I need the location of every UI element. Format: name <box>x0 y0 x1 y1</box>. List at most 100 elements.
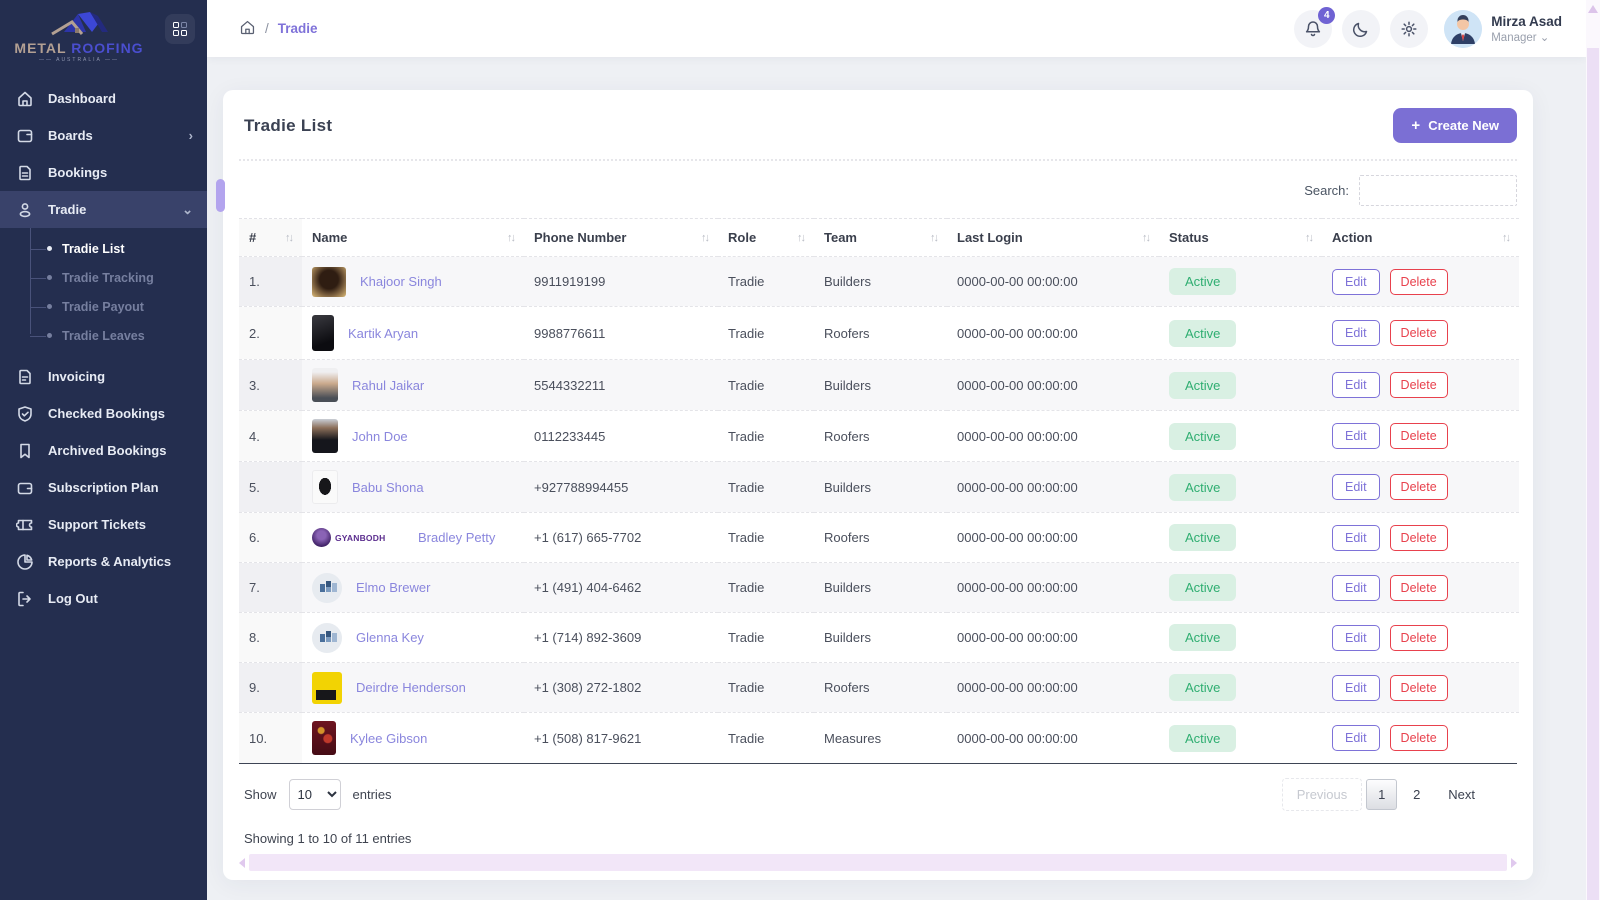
breadcrumb-home-icon[interactable] <box>239 19 256 39</box>
column-header-role[interactable]: Role↑↓ <box>718 219 814 257</box>
role-cell: Tradie <box>718 307 814 360</box>
edit-button[interactable]: Edit <box>1332 725 1380 751</box>
edit-button[interactable]: Edit <box>1332 575 1380 601</box>
user-menu[interactable]: Mirza Asad Manager ⌄ <box>1444 10 1562 48</box>
pagination-page-1[interactable]: 1 <box>1366 779 1397 810</box>
submenu-item-tradie-leaves[interactable]: Tradie Leaves <box>0 321 207 350</box>
horizontal-scrollbar <box>239 854 1517 871</box>
sort-icon: ↑↓ <box>1305 232 1312 244</box>
delete-button[interactable]: Delete <box>1390 372 1448 398</box>
edit-button[interactable]: Edit <box>1332 269 1380 295</box>
scroll-left-arrow-icon[interactable] <box>239 858 245 868</box>
edit-button[interactable]: Edit <box>1332 474 1380 500</box>
tradie-name-link[interactable]: Elmo Brewer <box>356 580 430 595</box>
delete-button[interactable]: Delete <box>1390 625 1448 651</box>
gear-icon <box>1399 19 1419 39</box>
table-row: 5. Babu Shona +927788994455 Tradie Build… <box>239 462 1519 513</box>
settings-button[interactable] <box>1390 10 1428 48</box>
phone-cell: +927788994455 <box>524 462 718 513</box>
column-header-last-login[interactable]: Last Login↑↓ <box>947 219 1159 257</box>
tradie-name-link[interactable]: Babu Shona <box>352 480 424 495</box>
delete-button[interactable]: Delete <box>1390 525 1448 551</box>
app-logo[interactable]: METAL ROOFING —— AUSTRALIA —— <box>14 10 144 63</box>
sidebar-item-reports-analytics[interactable]: Reports & Analytics <box>0 543 207 580</box>
delete-button[interactable]: Delete <box>1390 423 1448 449</box>
tradie-name-link[interactable]: Deirdre Henderson <box>356 680 466 695</box>
sidebar-item-boards[interactable]: Boards › <box>0 117 207 154</box>
chevron-right-icon: › <box>189 128 193 143</box>
column-header-index[interactable]: #↑↓ <box>239 219 302 257</box>
pagination-next[interactable]: Next <box>1436 779 1487 810</box>
edit-button[interactable]: Edit <box>1332 423 1380 449</box>
sidebar-item-subscription-plan[interactable]: Subscription Plan <box>0 469 207 506</box>
status-badge: Active <box>1169 624 1236 651</box>
delete-button[interactable]: Delete <box>1390 474 1448 500</box>
tradie-name-link[interactable]: Kartik Aryan <box>348 326 418 341</box>
tradie-avatar <box>312 672 342 704</box>
delete-button[interactable]: Delete <box>1390 320 1448 346</box>
last-login-cell: 0000-00-00 00:00:00 <box>947 411 1159 462</box>
tradie-name-link[interactable]: Rahul Jaikar <box>352 378 424 393</box>
pagination-previous[interactable]: Previous <box>1282 778 1363 811</box>
logout-icon <box>16 590 34 608</box>
delete-button[interactable]: Delete <box>1390 269 1448 295</box>
submenu-item-tradie-tracking[interactable]: Tradie Tracking <box>0 263 207 292</box>
scroll-right-arrow-icon[interactable] <box>1511 858 1517 868</box>
delete-button[interactable]: Delete <box>1390 575 1448 601</box>
tradie-name-link[interactable]: Kylee Gibson <box>350 731 427 746</box>
sidebar-item-label: Invoicing <box>48 369 105 384</box>
last-login-cell: 0000-00-00 00:00:00 <box>947 462 1159 513</box>
team-cell: Builders <box>814 360 947 411</box>
edit-button[interactable]: Edit <box>1332 320 1380 346</box>
sidebar-item-bookings[interactable]: Bookings <box>0 154 207 191</box>
column-header-action[interactable]: Action↑↓ <box>1322 219 1519 257</box>
last-login-cell: 0000-00-00 00:00:00 <box>947 613 1159 663</box>
sidebar-item-tradie[interactable]: Tradie ⌄ <box>0 191 207 228</box>
column-header-phone[interactable]: Phone Number↑↓ <box>524 219 718 257</box>
bookmark-icon <box>16 442 34 460</box>
submenu-item-tradie-payout[interactable]: Tradie Payout <box>0 292 207 321</box>
sidebar-item-log-out[interactable]: Log Out <box>0 580 207 617</box>
horizontal-scrollbar-thumb[interactable] <box>249 854 1507 871</box>
edit-button[interactable]: Edit <box>1332 372 1380 398</box>
tradie-list-card: Tradie List + Create New Search: #↑↓ Nam… <box>223 90 1533 880</box>
edit-button[interactable]: Edit <box>1332 675 1380 701</box>
page-size-select[interactable]: 10 <box>289 779 341 810</box>
row-index: 9. <box>239 663 302 713</box>
vertical-scrollbar-thumb[interactable] <box>1587 48 1599 900</box>
apps-grid-icon[interactable] <box>165 14 195 44</box>
tradie-table: #↑↓ Name↑↓ Phone Number↑↓ Role↑↓ Team↑↓ … <box>239 218 1519 763</box>
sidebar-item-checked-bookings[interactable]: Checked Bookings <box>0 395 207 432</box>
create-new-button[interactable]: + Create New <box>1393 108 1517 143</box>
column-header-name[interactable]: Name↑↓ <box>302 219 524 257</box>
tradie-name-link[interactable]: Glenna Key <box>356 630 424 645</box>
sidebar-item-label: Tradie <box>48 202 86 217</box>
pagination-page-2[interactable]: 2 <box>1401 779 1432 810</box>
tradie-name-link[interactable]: Bradley Petty <box>418 530 495 545</box>
notifications-button[interactable]: 4 <box>1294 10 1332 48</box>
edit-button[interactable]: Edit <box>1332 525 1380 551</box>
main-content: Tradie List + Create New Search: #↑↓ Nam… <box>207 57 1586 900</box>
sidebar-item-label: Subscription Plan <box>48 480 159 495</box>
dark-mode-button[interactable] <box>1342 10 1380 48</box>
delete-button[interactable]: Delete <box>1390 675 1448 701</box>
sidebar-item-archived-bookings[interactable]: Archived Bookings <box>0 432 207 469</box>
delete-button[interactable]: Delete <box>1390 725 1448 751</box>
submenu-item-tradie-list[interactable]: Tradie List <box>0 234 207 263</box>
sidebar-item-dashboard[interactable]: Dashboard <box>0 80 207 117</box>
role-cell: Tradie <box>718 513 814 563</box>
tradie-name-link[interactable]: Khajoor Singh <box>360 274 442 289</box>
column-header-status[interactable]: Status↑↓ <box>1159 219 1322 257</box>
sidebar-item-label: Log Out <box>48 591 98 606</box>
home-icon <box>16 90 34 108</box>
sidebar-item-invoicing[interactable]: Invoicing <box>0 358 207 395</box>
scroll-up-arrow-icon[interactable] <box>1588 5 1598 13</box>
edit-button[interactable]: Edit <box>1332 625 1380 651</box>
last-login-cell: 0000-00-00 00:00:00 <box>947 713 1159 764</box>
search-input[interactable] <box>1359 175 1517 206</box>
column-header-team[interactable]: Team↑↓ <box>814 219 947 257</box>
status-badge: Active <box>1169 524 1236 551</box>
tradie-name-link[interactable]: John Doe <box>352 429 408 444</box>
tradie-avatar <box>312 470 338 504</box>
sidebar-item-support-tickets[interactable]: Support Tickets <box>0 506 207 543</box>
